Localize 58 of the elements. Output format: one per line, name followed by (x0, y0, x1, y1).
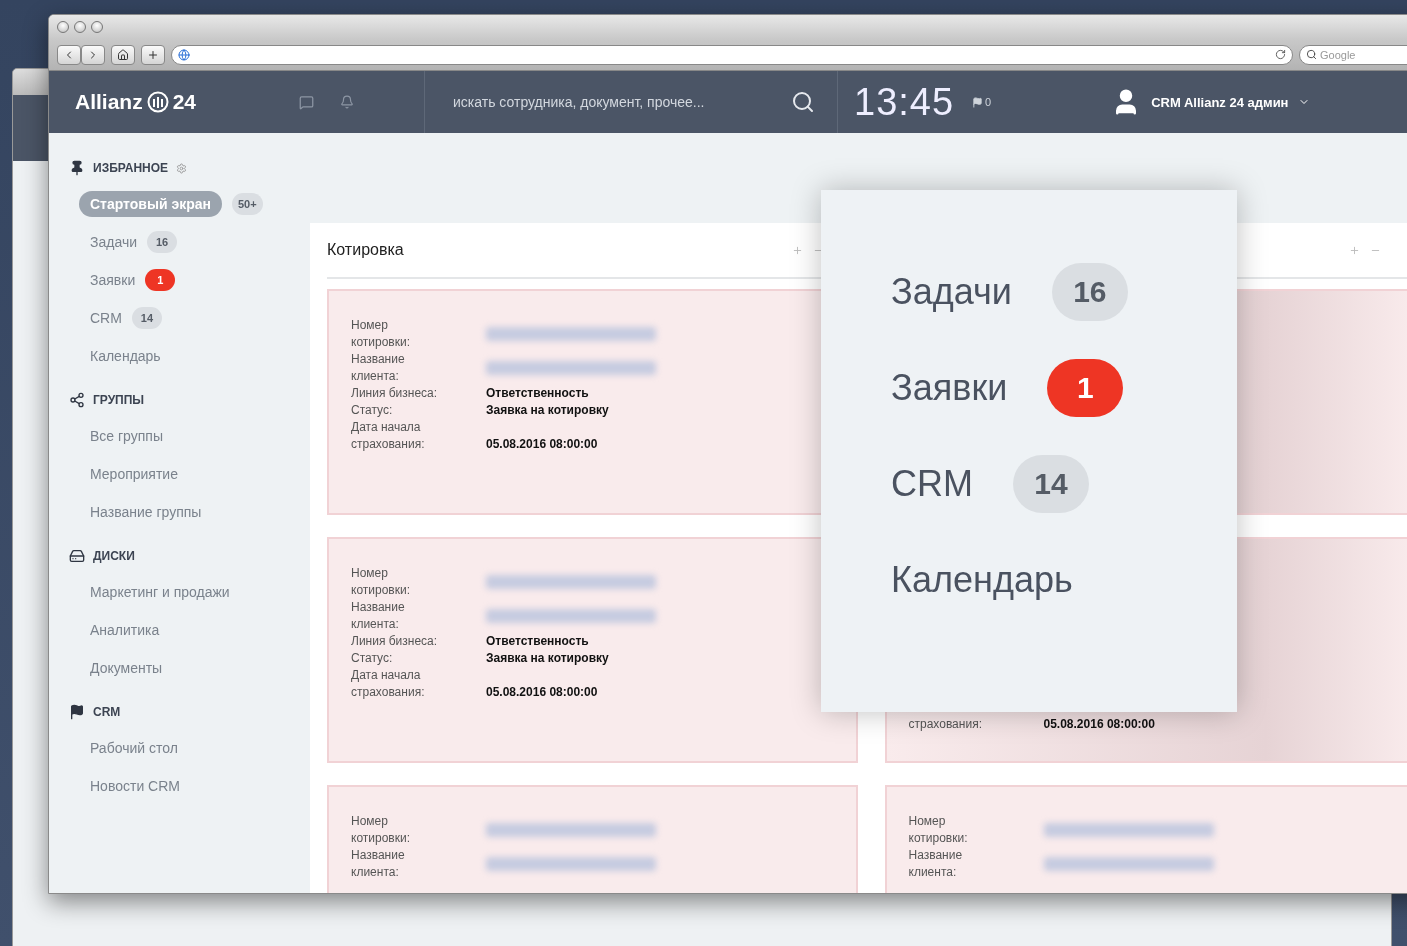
count-badge: 50+ (231, 193, 263, 215)
sidebar-item[interactable]: Все группы (69, 417, 304, 455)
section-title: ГРУППЫ (93, 393, 145, 407)
field-value: Заявка на котировку (486, 402, 610, 419)
field-value: 05.08.2016 08:00:00 (486, 684, 599, 701)
field-value: Ответственность (486, 633, 590, 650)
logo-text: 24 (172, 90, 197, 114)
widget-title: Котировка (327, 241, 404, 259)
sidebar-item[interactable]: Заявки 1 (69, 261, 304, 299)
section-title: ИЗБРАННОЕ (93, 161, 169, 175)
section-title: ДИСКИ (93, 549, 135, 563)
field-label: Статус: (351, 650, 394, 667)
popup-item[interactable]: Задачи 16 (891, 262, 1237, 322)
flag-count: 0 (985, 96, 992, 108)
sidebar-item[interactable]: Мероприятие (69, 455, 304, 493)
field-label: страхования: (908, 716, 983, 733)
field-value: 05.08.2016 08:00:00 (1043, 716, 1156, 733)
header-search-field[interactable]: искать сотрудника, документ, прочее... (425, 90, 837, 114)
popup-item[interactable]: Заявки 1 (891, 358, 1237, 418)
sidebar-item[interactable]: Рабочий стол (69, 729, 304, 767)
count-badge: 1 (145, 269, 176, 291)
sidebar-item[interactable]: Задачи 16 (69, 223, 304, 261)
field-label: Название клиента: (908, 847, 964, 881)
sidebar-item[interactable]: Аналитика (69, 611, 304, 649)
field-label: Название клиента: (351, 847, 406, 881)
sidebar-item[interactable]: Название группы (69, 493, 304, 531)
sidebar-item[interactable]: Маркетинг и продажи (69, 573, 304, 611)
popup-item[interactable]: CRM 14 (891, 454, 1237, 514)
field-value: 05.08.2016 08:00:00 (486, 436, 599, 453)
field-label: Линия бизнеса: (351, 385, 439, 402)
field-label: Дата начала страхования: (351, 667, 426, 701)
field-label: Номер котировки: (351, 317, 411, 351)
sidebar-item[interactable]: CRM 14 (69, 299, 304, 337)
field-label: Дата начала страхования: (351, 419, 426, 453)
count-badge: 1 (1047, 359, 1124, 417)
section-title: CRM (93, 705, 121, 719)
field-label: Номер котировки: (351, 813, 411, 847)
count-badge: 16 (147, 231, 177, 253)
count-badge: 14 (1013, 455, 1089, 513)
user-name[interactable]: CRM Allianz 24 админ (1151, 94, 1289, 110)
count-badge: 16 (1051, 263, 1128, 321)
field-label: Линия бизнеса: (351, 633, 439, 650)
field-label: Статус: (351, 402, 394, 419)
count-badge: 14 (131, 307, 162, 329)
field-label: Номер котировки: (908, 813, 969, 847)
field-label: Название клиента: (351, 599, 406, 633)
sidebar-item[interactable]: Стартовый экран 50+ (69, 185, 304, 223)
sidebar-item[interactable]: Календарь (69, 337, 304, 375)
popup-item[interactable]: Календарь (891, 550, 1237, 610)
field-value: Ответственность (486, 385, 590, 402)
field-value: Заявка на котировку (486, 650, 610, 667)
field-label: Название клиента: (351, 351, 406, 385)
clock-time: 13:45 (854, 80, 955, 124)
logo-text: Allianz (75, 90, 143, 114)
field-label: Номер котировки: (351, 565, 411, 599)
browser-search-field[interactable]: Google (1299, 44, 1407, 65)
sidebar-item[interactable]: Документы (69, 649, 304, 687)
sidebar-item[interactable]: Новости CRM (69, 767, 304, 805)
